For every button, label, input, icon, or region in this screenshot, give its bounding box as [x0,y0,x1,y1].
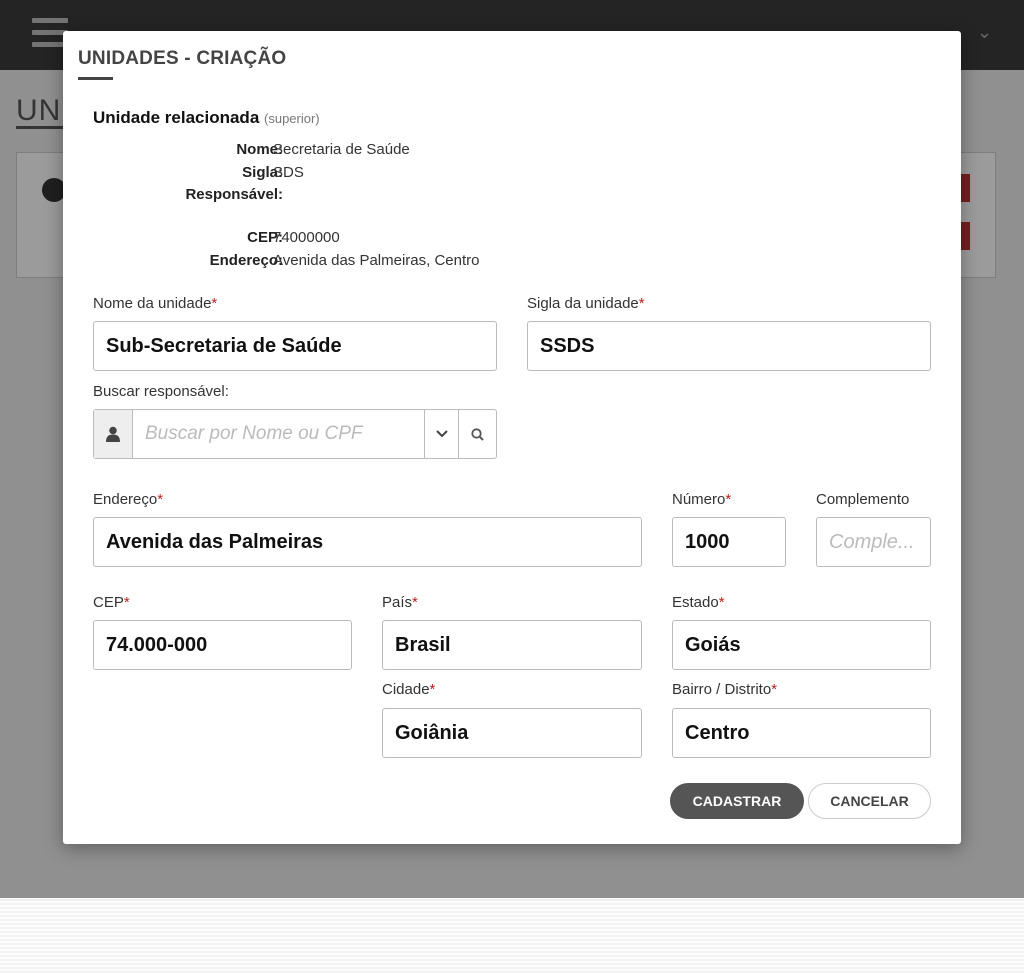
footer-area [0,898,1024,973]
cadastrar-button[interactable]: CADASTRAR [670,783,804,819]
related-info-nome: Nome: Secretaria de Saúde [93,141,693,161]
complemento-input[interactable] [816,517,931,567]
responsavel-search-input[interactable] [133,410,424,458]
responsavel-search-group [93,409,497,459]
user-icon [94,410,133,458]
nome-unidade-input[interactable] [93,321,497,371]
info-label: Endereço: [209,252,283,269]
required-mark: * [412,594,418,611]
required-mark: * [157,491,164,508]
pais-input[interactable] [382,620,642,670]
numero-label: Número* [672,491,732,508]
bairro-input[interactable] [672,708,931,758]
cidade-input[interactable] [382,708,642,758]
required-mark: * [771,681,778,698]
search-icon[interactable] [458,410,496,458]
endereco-label: Endereço* [93,491,164,508]
bairro-label: Bairro / Distrito* [672,681,778,698]
info-label: Responsável: [185,186,283,203]
pais-label: País* [382,594,418,611]
nome-unidade-label: Nome da unidade* [93,295,218,312]
required-mark: * [211,295,218,312]
info-value: Avenida das Palmeiras, Centro [273,252,480,269]
required-mark: * [429,681,436,698]
related-info-endereco: Endereço: Avenida das Palmeiras, Centro [93,252,693,272]
related-unit-heading: Unidade relacionada (superior) [93,108,320,128]
modal-title: UNIDADES - CRIAÇÃO [78,48,287,69]
cep-input[interactable] [93,620,352,670]
related-info-sigla: Sigla: SDS [93,164,693,184]
info-value: SDS [273,164,304,181]
buscar-responsavel-label: Buscar responsável: [93,383,229,400]
related-unit-heading-text: Unidade relacionada [93,108,260,127]
related-info-responsavel: Responsável: [93,186,693,206]
required-mark: * [718,594,725,611]
create-unit-modal: UNIDADES - CRIAÇÃO Unidade relacionada (… [63,31,961,844]
info-value: 74000000 [273,229,340,246]
related-unit-heading-note: (superior) [264,111,320,126]
required-mark: * [123,594,130,611]
related-info-cep: CEP: 74000000 [93,229,693,249]
required-mark: * [725,491,732,508]
numero-input[interactable] [672,517,786,567]
cep-label: CEP* [93,594,130,611]
cidade-label: Cidade* [382,681,436,698]
info-value: Secretaria de Saúde [273,141,410,158]
endereco-input[interactable] [93,517,642,567]
cancelar-button[interactable]: CANCELAR [808,783,931,819]
sigla-unidade-input[interactable] [527,321,931,371]
complemento-label: Complemento [816,491,910,508]
estado-label: Estado* [672,594,725,611]
required-mark: * [638,295,645,312]
chevron-down-icon[interactable] [424,410,458,458]
estado-input[interactable] [672,620,931,670]
modal-title-underline [78,77,113,80]
sigla-unidade-label: Sigla da unidade* [527,295,645,312]
